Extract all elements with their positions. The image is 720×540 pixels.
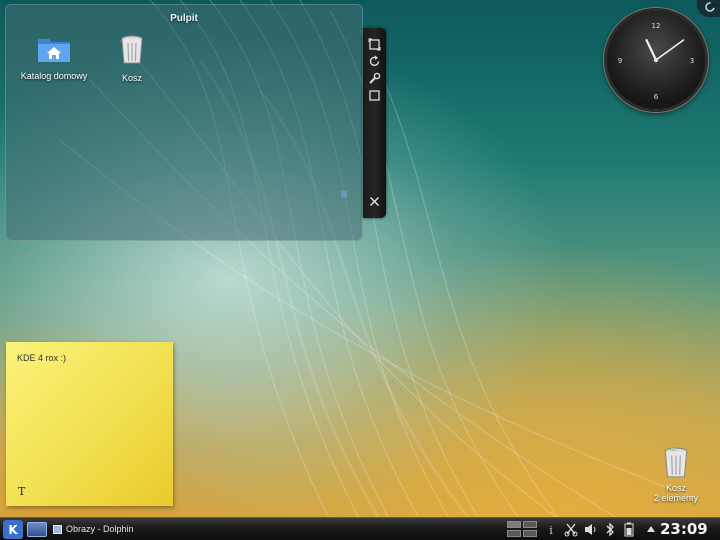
kde-menu-icon[interactable]: K [2, 519, 24, 540]
up-arrow-icon[interactable] [644, 522, 658, 537]
trash-label: Kosz [121, 73, 142, 83]
scissors-icon[interactable] [564, 522, 578, 537]
folder-view-title: Pulpit [170, 13, 198, 24]
info-icon[interactable]: i [544, 522, 558, 537]
svg-text:i: i [549, 524, 553, 537]
pager-desktop-3[interactable] [507, 530, 521, 537]
trash-item[interactable]: Kosz [97, 35, 167, 83]
wrench-icon[interactable] [368, 72, 381, 85]
sticky-note-text[interactable]: KDE 4 rox :) [17, 353, 66, 363]
show-desktop-button[interactable] [27, 522, 47, 537]
battery-icon[interactable] [622, 522, 636, 537]
volume-icon[interactable] [583, 522, 597, 537]
folder-view-resize-grip[interactable] [341, 191, 347, 197]
clock-numeral-3: 3 [690, 57, 694, 65]
desktop-pager[interactable] [507, 521, 539, 538]
maximize-icon[interactable] [368, 89, 381, 102]
desktop-trash-label: Kosz [665, 483, 686, 493]
bluetooth-icon[interactable] [603, 522, 617, 537]
text-format-icon[interactable]: T [18, 485, 25, 498]
taskbar-panel: K Obrazy - Dolphin i 23:09 [0, 517, 720, 540]
folder-view-widget[interactable]: Pulpit Katalog domowy Kosz [5, 4, 363, 241]
pager-desktop-4[interactable] [523, 530, 537, 537]
clock-numeral-12: 12 [652, 22, 661, 30]
desktop-trash-widget[interactable]: Kosz 2 elementy [638, 447, 714, 503]
trash-full-icon [664, 447, 688, 478]
home-folder-label: Katalog domowy [20, 71, 88, 81]
clock-numeral-6: 6 [654, 93, 659, 101]
svg-text:K: K [8, 523, 18, 537]
clock-face: 12 3 6 9 [618, 22, 694, 101]
resize-icon[interactable] [368, 38, 381, 51]
clock-hour-hand [645, 39, 658, 62]
clock-numeral-9: 9 [618, 57, 622, 65]
desktop-trash-count: 2 elementy [653, 493, 699, 503]
sticky-note-widget[interactable]: KDE 4 rox :) T [6, 342, 173, 506]
rotate-icon[interactable] [368, 55, 381, 68]
home-folder-item[interactable]: Katalog domowy [19, 35, 89, 81]
trash-icon [121, 35, 143, 64]
clock-center [653, 57, 659, 63]
task-dolphin[interactable]: Obrazy - Dolphin [51, 521, 181, 538]
pager-desktop-1[interactable] [507, 521, 521, 528]
panel-clock[interactable]: 23:09 [660, 520, 708, 538]
clock-minute-hand [655, 39, 685, 61]
pager-desktop-2[interactable] [523, 521, 537, 528]
task-label: Obrazy - Dolphin [66, 524, 134, 534]
applet-handle[interactable] [363, 28, 386, 218]
dolphin-icon [53, 525, 62, 534]
home-folder-icon [38, 39, 70, 62]
analog-clock[interactable]: 12 3 6 9 [604, 8, 708, 112]
close-icon[interactable] [368, 195, 381, 208]
